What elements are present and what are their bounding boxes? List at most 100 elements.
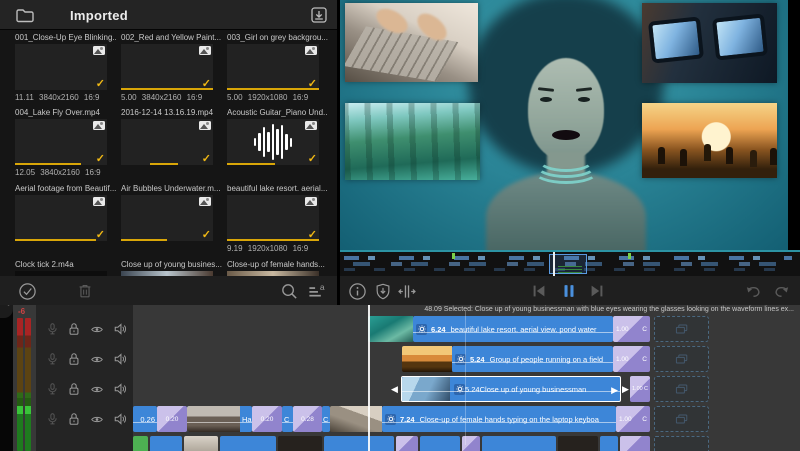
sort-alpha-icon[interactable]: a [306, 280, 328, 302]
timeline-clip-partial[interactable] [133, 436, 148, 451]
timeline-clip[interactable]: 0.26 [133, 406, 157, 432]
check-icon: ✓ [201, 153, 211, 165]
speaker-icon[interactable] [113, 352, 128, 366]
lock-icon[interactable] [67, 352, 81, 366]
timeline-clip[interactable]: 7.24 Close-up of female hands typing on … [382, 406, 616, 432]
transition-block[interactable]: 0.20 [157, 406, 187, 432]
timeline-clip-partial[interactable] [150, 436, 182, 451]
trim-handle-left[interactable]: ◀ [391, 376, 398, 402]
skip-forward-icon[interactable] [586, 280, 608, 302]
transition-block[interactable]: 0.28 [293, 406, 322, 432]
mic-icon[interactable] [46, 412, 59, 426]
gear-icon[interactable] [416, 323, 427, 335]
lock-icon[interactable] [67, 322, 81, 336]
media-item[interactable]: Aerial footage from Beautif... ✓ [15, 184, 116, 254]
info-icon[interactable] [346, 280, 368, 302]
search-icon[interactable] [278, 280, 300, 302]
gear-icon[interactable] [385, 413, 396, 425]
media-item[interactable]: 003_Girl on grey backgrou... ✓ 5.00 1920… [227, 33, 328, 103]
photo-icon [199, 197, 211, 206]
eye-icon[interactable] [89, 413, 105, 426]
eye-icon[interactable] [89, 323, 105, 336]
media-item[interactable]: beautiful lake resort. aerial... ✓ 9.19 … [227, 184, 328, 254]
clip-label: Group of people running on a field [489, 354, 604, 364]
media-item[interactable]: Acoustic Guitar_Piano Und... ✓ [227, 108, 328, 178]
overview-playhead[interactable] [553, 252, 555, 278]
skip-back-icon[interactable] [528, 280, 550, 302]
media-item[interactable]: Close-up of female hands... [227, 260, 328, 276]
ghost-clip-slot[interactable] [654, 376, 709, 402]
shield-import-icon[interactable] [372, 280, 394, 302]
media-item[interactable]: Air Bubbles Underwater.m... ✓ [121, 184, 222, 254]
import-icon[interactable] [308, 4, 330, 26]
usage-bar [227, 162, 275, 165]
mic-icon[interactable] [46, 382, 59, 396]
timeline-clip-partial[interactable] [420, 436, 460, 451]
clip-label: Close-up of female hands typing on the l… [419, 414, 599, 424]
media-item[interactable]: Close up of young busines... [121, 260, 222, 276]
transition-partial[interactable] [396, 436, 418, 451]
track-controls [36, 346, 133, 372]
speaker-icon[interactable] [113, 382, 128, 396]
folder-icon[interactable] [14, 4, 36, 26]
redo-icon[interactable] [770, 280, 792, 302]
timeline-overview[interactable] [340, 250, 800, 278]
timeline-clip[interactable]: 6.24 beautiful lake resort. aerial view.… [413, 316, 613, 342]
media-item-name: Close up of young busines... [121, 260, 222, 269]
media-thumbnail-aerial: ✓ [15, 195, 107, 241]
preview-woman-face [528, 58, 604, 160]
clip-duration: 7.24 [400, 414, 415, 424]
transition-block[interactable]: 0.20 [252, 406, 282, 432]
timeline-playhead[interactable] [368, 305, 370, 451]
trim-handle-right-inner[interactable]: ▶ [611, 377, 618, 401]
timeline-clip-partial[interactable] [482, 436, 556, 451]
overview-marker [628, 253, 631, 259]
speaker-icon[interactable] [113, 412, 128, 426]
trim-handle-right[interactable]: ▶ [622, 376, 629, 402]
media-item[interactable]: Clock tick 2.m4a [15, 260, 116, 276]
media-item[interactable]: 2016-12-14 13.16.19.mp4 ✓ [121, 108, 222, 178]
gear-icon[interactable] [454, 383, 465, 395]
timeline-clip-partial[interactable] [324, 436, 394, 451]
media-item[interactable]: 001_Close-Up Eye Blinking... ✓ 11.11 384… [15, 33, 116, 103]
lock-icon[interactable] [67, 412, 81, 426]
transition-block[interactable]: 1.00 C [613, 346, 650, 372]
media-item[interactable]: 004_Lake Fly Over.mp4 ✓ 12.05 3840x2160 … [15, 108, 116, 178]
clip-thumbnail [402, 346, 452, 372]
transition-partial[interactable] [620, 436, 650, 451]
timeline-clip-partial[interactable] [220, 436, 276, 451]
pause-icon[interactable] [558, 280, 580, 302]
transition-block[interactable]: 1.00 C [613, 316, 650, 342]
preview-overlay-glasses [642, 3, 777, 83]
usage-bar [227, 238, 319, 241]
trim-icon[interactable] [396, 280, 418, 302]
ghost-clip-slot[interactable] [654, 346, 709, 372]
media-item-meta: 5.00 1920x1080 16:9 [227, 93, 309, 102]
timeline-clip[interactable]: C [282, 406, 293, 432]
speaker-icon[interactable] [113, 322, 128, 336]
transition-duration: 0.28 [301, 415, 314, 423]
timeline-clip-selected[interactable]: 5.24 Close up of young businessman ▶ [401, 376, 621, 402]
eye-icon[interactable] [89, 353, 105, 366]
mic-icon[interactable] [46, 352, 59, 366]
meter-bar-right [25, 318, 31, 451]
timeline-clip-partial[interactable] [600, 436, 618, 451]
media-item-meta: 11.11 3840x2160 16:9 [15, 93, 100, 102]
eye-icon[interactable] [89, 383, 105, 396]
select-all-icon[interactable] [16, 280, 38, 302]
timeline-clip[interactable]: 5.24 Group of people running on a field [452, 346, 613, 372]
trash-icon[interactable] [74, 280, 96, 302]
undo-icon[interactable] [742, 280, 764, 302]
transition-block[interactable]: 1.00 C [616, 406, 650, 432]
mic-icon[interactable] [46, 322, 59, 336]
timeline-clip[interactable]: Hap [187, 406, 252, 432]
media-item[interactable]: 002_Red and Yellow Paint... ✓ 5.00 3840x… [121, 33, 222, 103]
ghost-clip-slot[interactable] [654, 436, 709, 451]
ghost-clip-slot[interactable] [654, 406, 709, 432]
collapse-handle[interactable]: ◀ [0, 305, 13, 318]
runner-silhouettes [658, 147, 665, 164]
transition-block[interactable]: 1.00 C [630, 376, 650, 402]
ghost-clip-slot[interactable] [654, 316, 709, 342]
lock-icon[interactable] [67, 382, 81, 396]
timeline-clip[interactable]: C [322, 406, 330, 432]
